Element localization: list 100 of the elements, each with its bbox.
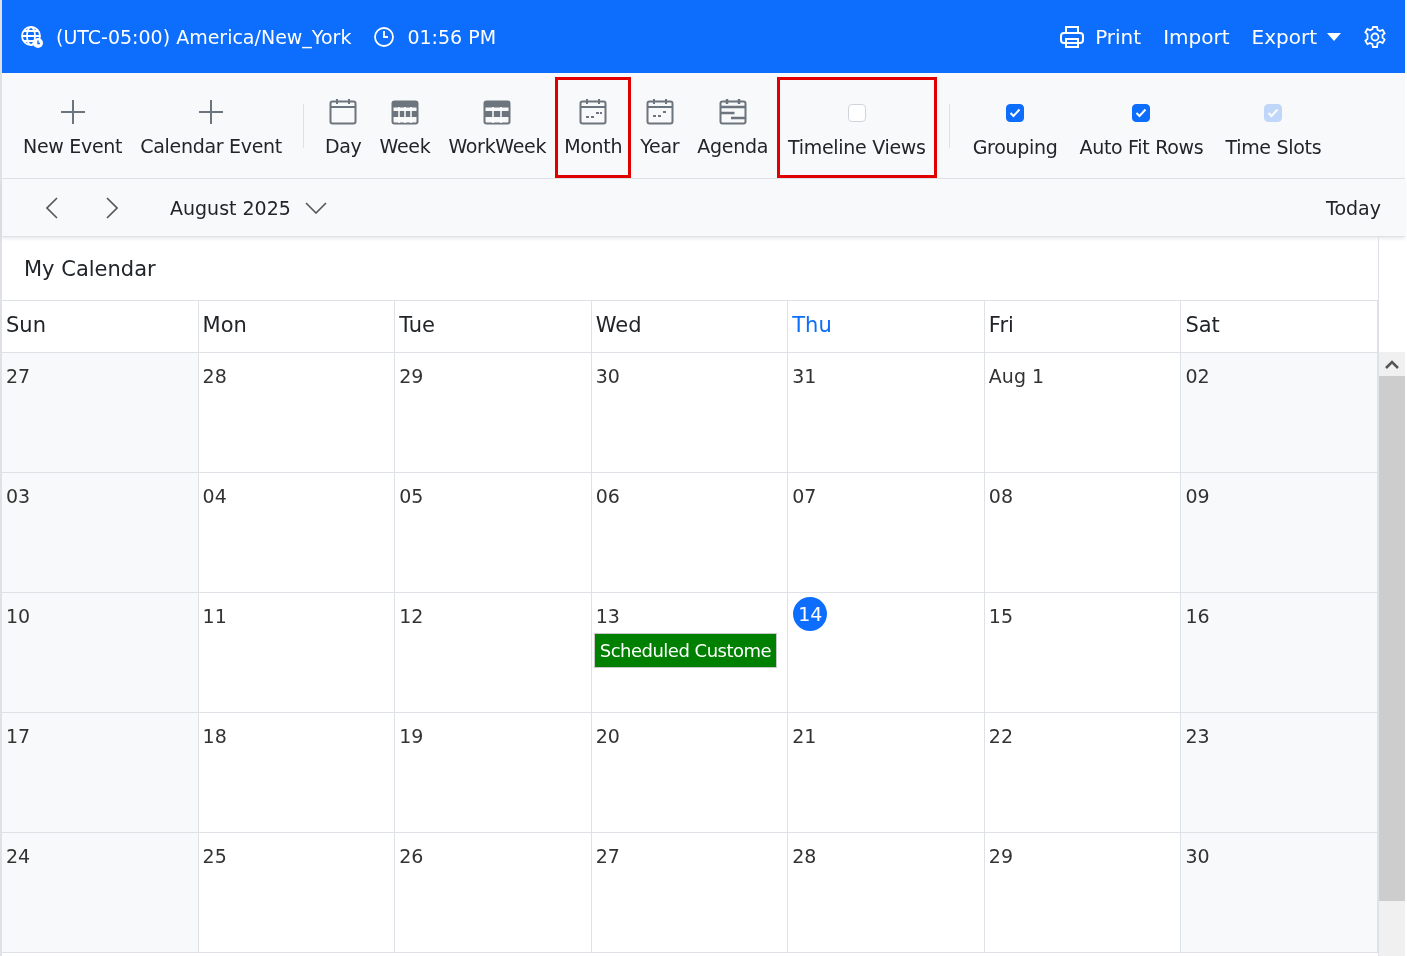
date-number: 31 (791, 364, 817, 389)
day-cell[interactable]: 20 (591, 713, 789, 833)
today-button[interactable]: Today (1320, 195, 1387, 220)
date-number: 07 (791, 484, 817, 509)
date-number: Aug 1 (987, 364, 1045, 389)
date-number: 11 (201, 604, 227, 629)
export-dropdown[interactable]: Export (1251, 24, 1341, 49)
date-number: 29 (987, 844, 1014, 869)
day-cell[interactable]: 25 (198, 833, 396, 953)
date-number: 04 (201, 484, 227, 509)
date-number: 22 (987, 724, 1014, 749)
day-cell[interactable]: 26 (395, 833, 592, 953)
day-cell[interactable]: 11 (198, 593, 396, 713)
day-cell[interactable]: 21 (788, 713, 985, 833)
day-cell[interactable]: 14 (788, 593, 985, 713)
date-number: 29 (398, 364, 424, 389)
option-label: Auto Fit Rows (1079, 135, 1204, 158)
day-cell[interactable]: 13 Scheduled Custome (591, 593, 789, 713)
settings-icon (1363, 24, 1387, 49)
day-cell[interactable]: 04 (198, 473, 396, 593)
date-number: 21 (791, 724, 817, 749)
day-cell[interactable]: 19 (395, 713, 592, 833)
date-number: 19 (398, 724, 424, 749)
day-cell[interactable]: 28 (198, 353, 396, 473)
week-view-button[interactable]: Week (370, 77, 440, 178)
date-range-dropdown[interactable]: August 2025 (164, 195, 333, 220)
option-label: Grouping (972, 135, 1058, 158)
chevron-right-icon (106, 196, 118, 219)
calendar-icon (579, 98, 608, 125)
date-number: 30 (594, 364, 620, 389)
day-cell[interactable]: 03 (2, 473, 199, 593)
chevron-left-icon (46, 196, 58, 219)
import-button[interactable]: Import (1163, 24, 1230, 49)
day-cell[interactable]: 30 (1181, 833, 1378, 953)
check-icon (1267, 107, 1280, 118)
calendar-event-button[interactable]: Calendar Event (131, 77, 291, 178)
day-cell[interactable]: 31 (788, 353, 985, 473)
date-number: 05 (398, 484, 424, 509)
month-view-button[interactable]: Month (555, 77, 632, 178)
day-cell[interactable]: 27 (591, 833, 789, 953)
date-number: 06 (594, 484, 620, 509)
day-cell[interactable]: 30 (591, 353, 789, 473)
date-number: 16 (1184, 604, 1210, 629)
date-number: 23 (1184, 724, 1210, 749)
date-number: 26 (398, 844, 424, 869)
weekday-header: Tue (395, 301, 592, 352)
option-label: Time Slots (1225, 135, 1322, 158)
date-number: 28 (201, 364, 227, 389)
day-cell[interactable]: 24 (2, 833, 199, 953)
date-number: 18 (201, 724, 227, 749)
toggle-option[interactable]: Auto Fit Rows (1068, 77, 1215, 178)
day-cell[interactable]: 02 (1181, 353, 1378, 473)
weekday-header: Wed (591, 301, 789, 352)
date-number: 27 (5, 364, 31, 389)
day-cell[interactable]: 23 (1181, 713, 1378, 833)
date-number: 08 (987, 484, 1014, 509)
weekday-header: Thu (788, 301, 985, 352)
date-number: 28 (791, 844, 817, 869)
new-event-button[interactable]: New Event (14, 77, 132, 178)
print-button[interactable]: Print (1059, 24, 1142, 49)
date-number: 25 (201, 844, 227, 869)
day-cell[interactable]: 05 (395, 473, 592, 593)
date-number: 27 (594, 844, 620, 869)
day-cell[interactable]: 06 (591, 473, 789, 593)
date-number: 02 (1184, 364, 1210, 389)
settings-button[interactable] (1363, 24, 1387, 49)
checkbox[interactable] (1006, 103, 1025, 122)
toggle-option[interactable]: Grouping (961, 77, 1069, 178)
timezone-label[interactable]: (UTC-05:00) America/New_York (56, 25, 352, 48)
plus-icon (59, 98, 86, 125)
calendar-icon (718, 98, 747, 125)
day-cell[interactable]: 09 (1181, 473, 1378, 593)
date-number: 30 (1184, 844, 1210, 869)
day-cell[interactable]: 28 (788, 833, 985, 953)
workweek-view-button[interactable]: WorkWeek (439, 77, 556, 178)
day-cell[interactable]: 27 (2, 353, 199, 473)
day-view-button[interactable]: Day (315, 77, 371, 178)
printer-icon (1059, 24, 1086, 49)
date-number: 03 (5, 484, 31, 509)
year-view-button[interactable]: Year (631, 77, 689, 178)
day-cell[interactable]: 07 (788, 473, 985, 593)
date-number: 17 (5, 724, 31, 749)
calendar-icon (329, 98, 358, 125)
day-cell[interactable]: 17 (2, 713, 199, 833)
day-cell[interactable]: 12 (395, 593, 592, 713)
calendar-title: My Calendar (2, 237, 1378, 301)
globe-icon (20, 24, 44, 49)
day-cell[interactable]: 18 (198, 713, 396, 833)
day-cell[interactable]: 10 (2, 593, 199, 713)
event-appointment[interactable]: Scheduled Custome (593, 633, 778, 668)
date-number: 13 (594, 604, 620, 629)
option-label: Timeline Views (788, 135, 926, 158)
agenda-view-button[interactable]: Agenda (688, 77, 777, 178)
chevron-down-icon (304, 201, 327, 214)
toggle-option[interactable]: Timeline Views (777, 77, 937, 178)
weekday-header: Mon (198, 301, 396, 352)
day-cell[interactable]: 16 (1181, 593, 1378, 713)
date-number: 10 (5, 604, 31, 629)
day-cell[interactable]: 29 (395, 353, 592, 473)
checkbox[interactable] (1132, 103, 1151, 122)
